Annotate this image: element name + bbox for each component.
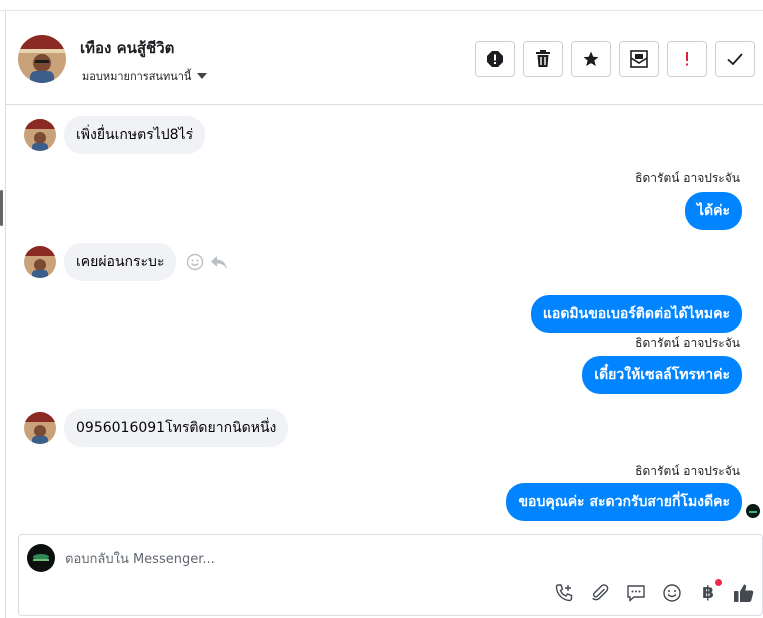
mark-important-button[interactable] (667, 41, 707, 77)
attachment-icon (592, 584, 609, 601)
message-list[interactable]: เพิ่งยื่นเกษตรไป8ไร่ ธิดารัตน์ อาจประจัน… (6, 106, 763, 534)
outgoing-message[interactable]: ขอบคุณค่ะ สะดวกรับสายกี่โมงดีคะ (506, 483, 742, 521)
send-like-button[interactable] (732, 581, 756, 605)
conversation-header: เทือง คนสู้ชีวิต มอบหมายการสนทนานี้ (6, 11, 763, 105)
important-icon (686, 52, 688, 66)
outgoing-message[interactable]: แอดมินขอเบอร์ติดต่อได้ไหมคะ (530, 295, 742, 333)
reply-composer: ฿ (18, 534, 763, 616)
header-actions (475, 41, 755, 77)
phone-add-icon (555, 584, 573, 602)
trash-icon (536, 50, 550, 67)
spam-icon (487, 51, 503, 67)
outgoing-message[interactable]: เดี๋ยวให้เซลล์โทรหาค่ะ (582, 356, 742, 394)
incoming-message[interactable]: เพิ่งยื่นเกษตรไป8ไร่ (64, 116, 206, 154)
emoji-button[interactable] (660, 581, 684, 605)
attach-file-button[interactable] (588, 581, 612, 605)
baht-payment-icon: ฿ (702, 583, 714, 603)
caret-down-icon (197, 73, 208, 79)
saved-reply-icon (627, 585, 645, 603)
sender-name: ธิดารัตน์ อาจประจัน (635, 464, 740, 478)
saved-replies-button[interactable] (624, 581, 648, 605)
reply-input[interactable] (65, 547, 705, 571)
composer-tools: ฿ (552, 579, 756, 605)
message-row: 0956016091โทรติดยากนิดหนึ่ง (24, 409, 289, 447)
message-actions (186, 253, 228, 271)
contact-avatar-small[interactable] (24, 119, 56, 151)
react-emoji-icon[interactable] (186, 253, 204, 271)
notification-dot (715, 579, 722, 586)
contact-avatar[interactable] (18, 35, 66, 83)
star-button[interactable] (571, 41, 611, 77)
panel-resize-handle[interactable] (0, 190, 3, 226)
star-icon (583, 51, 599, 67)
mark-spam-button[interactable] (475, 41, 515, 77)
inbox-conversation: เทือง คนสู้ชีวิต มอบหมายการสนทนานี้ เพิ่… (0, 0, 763, 618)
mark-unread-button[interactable] (619, 41, 659, 77)
payment-button[interactable]: ฿ (696, 579, 722, 605)
sender-name: ธิดารัตน์ อาจประจัน (635, 171, 740, 185)
emoji-icon (663, 584, 681, 602)
reply-icon[interactable] (210, 253, 228, 271)
delete-button[interactable] (523, 41, 563, 77)
seen-indicator-avatar (746, 504, 760, 518)
done-check-icon (727, 53, 743, 66)
message-row: เพิ่งยื่นเกษตรไป8ไร่ (24, 116, 206, 154)
assign-label: มอบหมายการสนทนานี้ (82, 70, 192, 83)
contact-avatar-small[interactable] (24, 246, 56, 278)
message-row: เคยผ่อนกระบะ (24, 243, 228, 281)
page-avatar (27, 544, 55, 572)
like-thumb-icon (734, 584, 754, 602)
sender-name: ธิดารัตน์ อาจประจัน (635, 336, 740, 350)
incoming-message[interactable]: 0956016091โทรติดยากนิดหนึ่ง (64, 409, 289, 447)
contact-name[interactable]: เทือง คนสู้ชีวิต (80, 36, 174, 60)
outgoing-message[interactable]: ได้ค่ะ (684, 192, 742, 230)
mark-unread-icon (630, 50, 648, 68)
contact-avatar-small[interactable] (24, 412, 56, 444)
assign-conversation-dropdown[interactable]: มอบหมายการสนทนานี้ (82, 67, 208, 85)
mark-done-button[interactable] (715, 41, 755, 77)
phone-add-button[interactable] (552, 581, 576, 605)
incoming-message[interactable]: เคยผ่อนกระบะ (64, 243, 177, 281)
